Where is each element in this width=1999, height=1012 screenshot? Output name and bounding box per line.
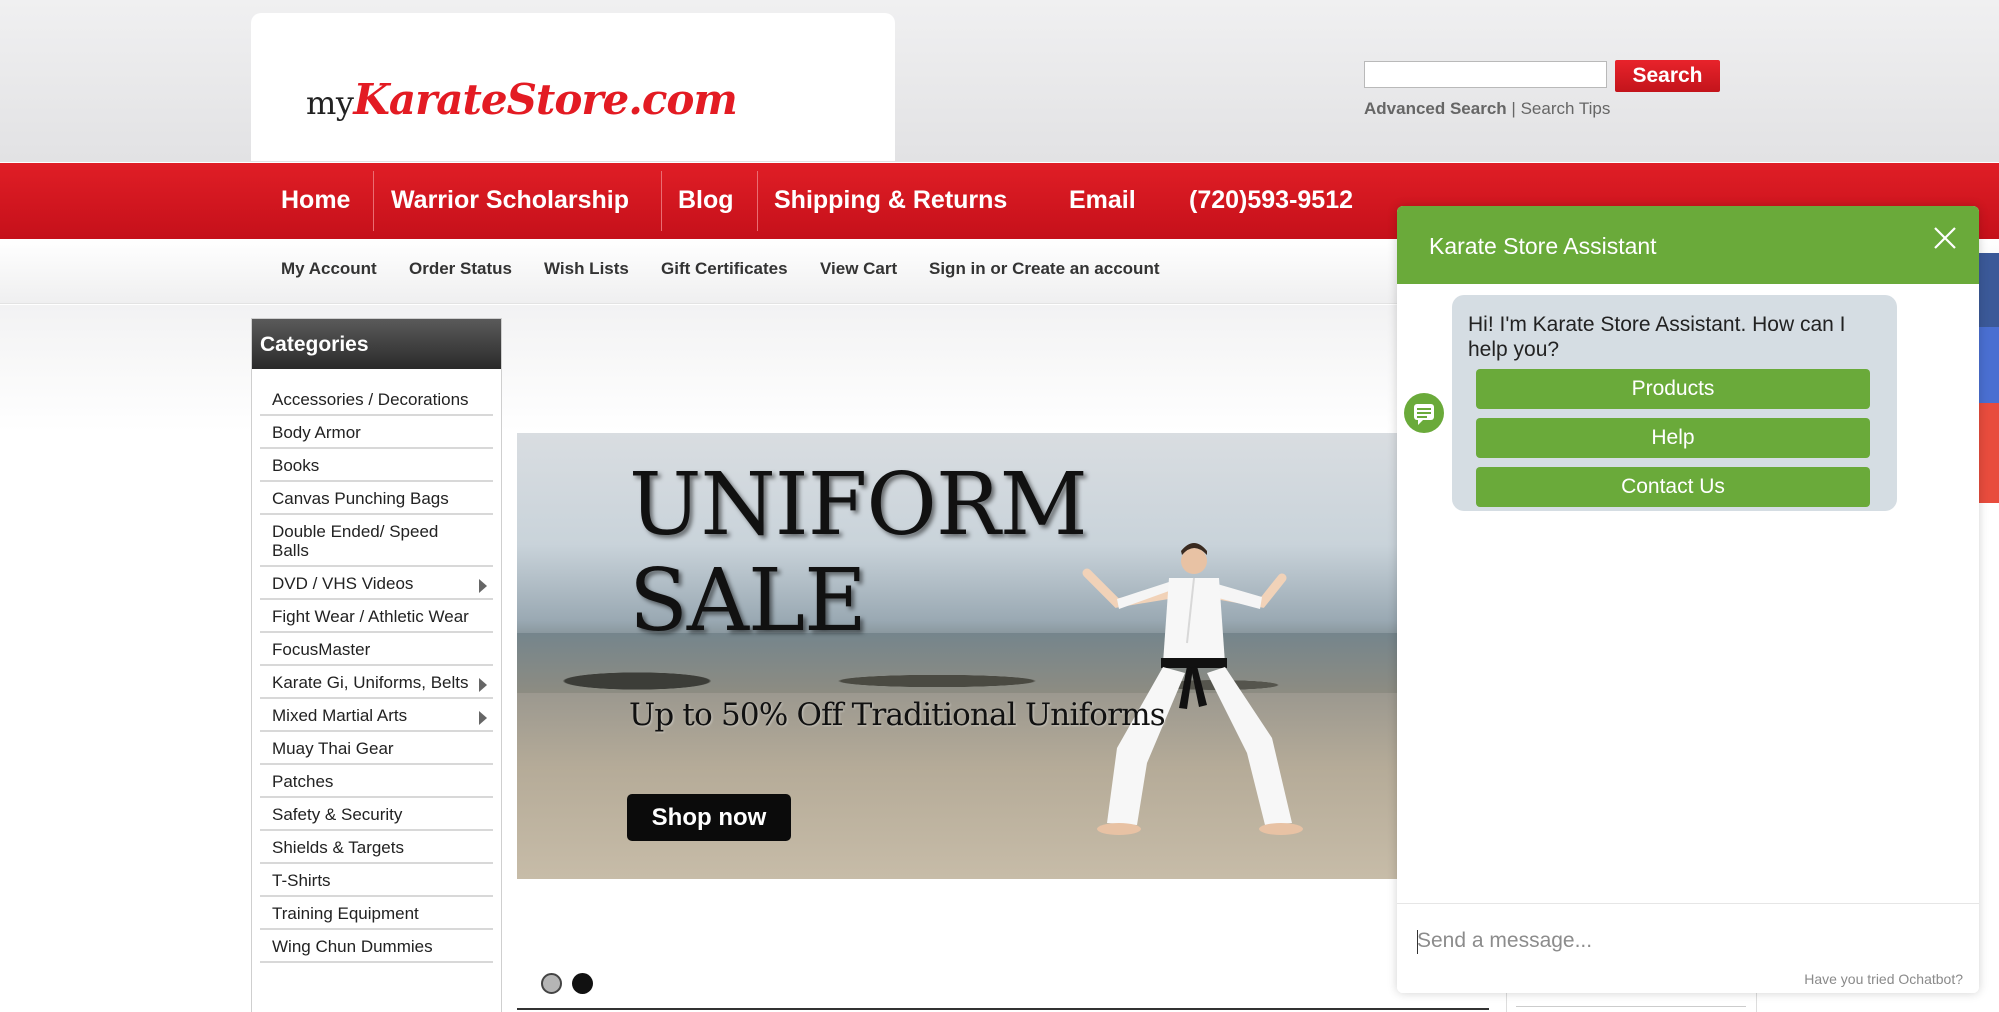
category-label: Safety & Security [272,805,403,824]
category-shields-targets[interactable]: Shields & Targets [260,831,493,864]
nav-wish-lists[interactable]: Wish Lists [544,259,629,279]
category-canvas-punching-bags[interactable]: Canvas Punching Bags [260,482,493,515]
category-speed-balls[interactable]: Double Ended/ Speed Balls [260,515,493,567]
chat-input-area: Have you tried Ochatbot? [1397,903,1979,993]
category-label: Training Equipment [272,904,419,923]
submenu-arrow-icon [479,579,487,593]
category-label: FocusMaster [272,640,371,659]
category-label: DVD / VHS Videos [272,574,414,593]
category-dvd-vhs[interactable]: DVD / VHS Videos [260,567,493,600]
category-body-armor[interactable]: Body Armor [260,416,493,449]
logo-brand: KarateStore.com [353,75,737,124]
logo-prefix: my [306,84,354,122]
advanced-search-link[interactable]: Advanced Search [1364,99,1507,118]
search-tips-link[interactable]: Search Tips [1521,99,1611,118]
nav-divider [757,171,758,231]
category-accessories[interactable]: Accessories / Decorations [260,383,493,416]
category-label: Wing Chun Dummies [272,937,433,956]
slide-dot-1[interactable] [541,973,562,994]
category-label: Accessories / Decorations [272,390,469,409]
categories-title: Categories [252,319,501,369]
text-cursor [1417,930,1418,954]
chat-widget: Karate Store Assistant Hi! I'm Karate St… [1397,206,1979,993]
chat-title: Karate Store Assistant [1429,233,1657,259]
category-label: Canvas Punching Bags [272,489,449,508]
category-label: Muay Thai Gear [272,739,394,758]
nav-blog[interactable]: Blog [678,186,734,215]
nav-phone[interactable]: (720)593-9512 [1189,186,1353,215]
category-label: Karate Gi, Uniforms, Belts [272,673,469,692]
chat-option-help[interactable]: Help [1476,418,1870,458]
shop-now-button[interactable]: Shop now [627,794,791,841]
category-muay-thai[interactable]: Muay Thai Gear [260,732,493,765]
side-panel-divider [1516,1006,1746,1007]
nav-home[interactable]: Home [281,186,350,215]
category-focusmaster[interactable]: FocusMaster [260,633,493,666]
google-share-icon[interactable] [1978,403,1999,503]
nav-order-status[interactable]: Order Status [409,259,512,279]
category-wing-chun[interactable]: Wing Chun Dummies [260,930,493,963]
content-divider [517,1008,1489,1010]
category-label: Mixed Martial Arts [272,706,408,725]
chat-header: Karate Store Assistant [1397,206,1979,284]
category-fight-wear[interactable]: Fight Wear / Athletic Wear [260,600,493,633]
nav-view-cart[interactable]: View Cart [820,259,897,279]
facebook-share-icon[interactable] [1978,253,1999,327]
category-label: Double Ended/ Speed Balls [272,522,439,560]
submenu-arrow-icon [479,678,487,692]
category-karate-gi[interactable]: Karate Gi, Uniforms, Belts [260,666,493,699]
chat-footer-link[interactable]: Have you tried Ochatbot? [1804,971,1963,987]
nav-warrior-scholarship[interactable]: Warrior Scholarship [391,186,629,215]
category-label: Fight Wear / Athletic Wear [272,607,469,626]
category-label: T-Shirts [272,871,331,890]
banner-title: UNIFORM SALE [629,455,1088,651]
nav-shipping-returns[interactable]: Shipping & Returns [774,186,1007,215]
chat-avatar-icon [1404,393,1444,433]
nav-sign-in[interactable]: Sign in or Create an account [929,259,1160,279]
nav-gift-certificates[interactable]: Gift Certificates [661,259,788,279]
submenu-arrow-icon [479,711,487,725]
nav-email[interactable]: Email [1069,186,1136,215]
nav-divider [373,171,374,231]
social-share-strip [1978,253,1999,503]
category-safety-security[interactable]: Safety & Security [260,798,493,831]
search-input[interactable] [1364,61,1607,88]
nav-my-account[interactable]: My Account [281,259,377,279]
category-patches[interactable]: Patches [260,765,493,798]
nav-divider [661,171,662,231]
chat-option-products[interactable]: Products [1476,369,1870,409]
category-label: Patches [272,772,334,791]
category-mma[interactable]: Mixed Martial Arts [260,699,493,732]
chat-message-text: Hi! I'm Karate Store Assistant. How can … [1468,313,1846,361]
search-links-separator: | [1511,99,1516,118]
slide-dot-2[interactable] [572,973,593,994]
search-links: Advanced Search | Search Tips [1364,99,1610,119]
hero-banner[interactable]: UNIFORM SALE Up to 50% Off Traditional U… [517,433,1397,879]
banner-subtitle: Up to 50% Off Traditional Uniforms [629,697,1166,733]
chat-message-input[interactable] [1417,926,1957,956]
category-training-equipment[interactable]: Training Equipment [260,897,493,930]
category-t-shirts[interactable]: T-Shirts [260,864,493,897]
category-books[interactable]: Books [260,449,493,482]
categories-list: Accessories / Decorations Body Armor Boo… [252,369,501,963]
site-logo[interactable]: myKarateStore.com [306,75,738,124]
close-icon[interactable] [1931,224,1959,252]
chat-option-contact-us[interactable]: Contact Us [1476,467,1870,507]
twitter-share-icon[interactable] [1978,327,1999,403]
categories-sidebar: Categories Accessories / Decorations Bod… [251,318,502,1012]
search-button[interactable]: Search [1615,60,1720,92]
category-label: Body Armor [272,423,361,442]
category-label: Books [272,456,320,475]
chat-message-bubble: Hi! I'm Karate Store Assistant. How can … [1452,295,1897,511]
logo-container[interactable]: myKarateStore.com [251,13,895,161]
category-label: Shields & Targets [272,838,404,857]
